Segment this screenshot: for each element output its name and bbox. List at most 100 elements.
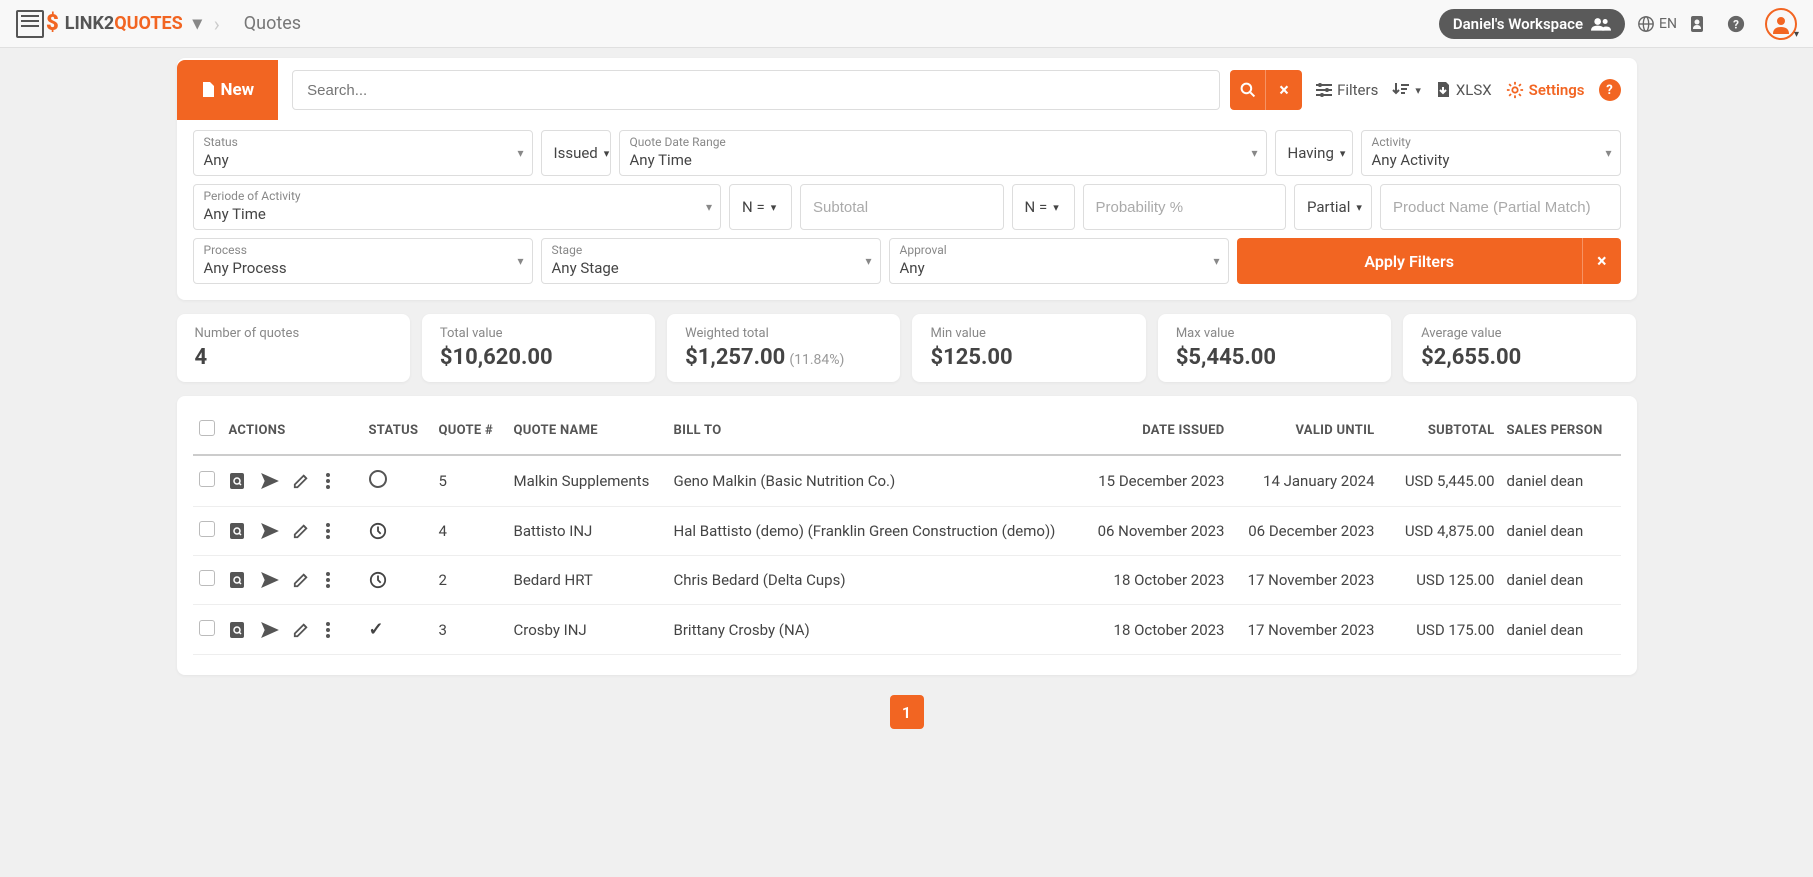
edit-action[interactable] — [293, 523, 311, 539]
col-subtotal[interactable]: SUBTOTAL — [1381, 406, 1501, 455]
caret-down-icon: ▾ — [193, 13, 202, 34]
issued-filter[interactable]: Issued ▾ — [541, 130, 611, 176]
col-valid-until[interactable]: VALID UNTIL — [1231, 406, 1381, 455]
status-filter[interactable]: Status Any ▾ — [193, 130, 533, 176]
cell-date-issued: 18 October 2023 — [1081, 556, 1231, 605]
search-input[interactable] — [292, 70, 1220, 110]
settings-button[interactable]: Settings — [1506, 81, 1585, 99]
process-filter[interactable]: Process Any Process ▾ — [193, 238, 533, 284]
page-1[interactable]: 1 — [890, 695, 924, 729]
reset-filters-button[interactable]: × — [1582, 238, 1621, 284]
product-input[interactable] — [1381, 189, 1619, 226]
cell-quote-name: Crosby INJ — [508, 605, 668, 655]
edit-action[interactable] — [293, 572, 311, 588]
more-actions[interactable] — [325, 522, 343, 540]
send-action[interactable] — [261, 523, 279, 539]
send-action[interactable] — [261, 622, 279, 638]
stat-weighted: Weighted total $1,257.00(11.84%) — [667, 314, 900, 382]
stat-total: Total value $10,620.00 — [422, 314, 655, 382]
stat-min: Min value $125.00 — [912, 314, 1145, 382]
quotes-table-panel: ACTIONS STATUS QUOTE # QUOTE NAME BILL T… — [177, 396, 1637, 675]
stage-filter[interactable]: Stage Any Stage ▾ — [541, 238, 881, 284]
probability-filter[interactable] — [1083, 184, 1287, 230]
caret-down-icon: ▾ — [1415, 84, 1421, 97]
date-range-value: Any Time — [630, 149, 1256, 171]
search-button[interactable] — [1230, 70, 1266, 110]
col-sales-person[interactable]: SALES PERSON — [1501, 406, 1621, 455]
language-selector[interactable]: EN — [1637, 15, 1677, 33]
cell-valid-until: 06 December 2023 — [1231, 507, 1381, 556]
preview-action[interactable] — [229, 472, 247, 490]
more-actions[interactable] — [325, 472, 343, 490]
cell-quote-num: 5 — [433, 455, 508, 507]
table-row[interactable]: 2Bedard HRTChris Bedard (Delta Cups)18 O… — [193, 556, 1621, 605]
probability-operator[interactable]: N = ▾ — [1012, 184, 1075, 230]
col-quote-name[interactable]: QUOTE NAME — [508, 406, 668, 455]
help-button[interactable]: ? — [1599, 79, 1621, 101]
cell-sales-person: daniel dean — [1501, 556, 1621, 605]
send-action[interactable] — [261, 473, 279, 489]
export-xlsx-button[interactable]: XLSX — [1435, 81, 1492, 99]
subtotal-filter[interactable] — [800, 184, 1004, 230]
edit-action[interactable] — [293, 473, 311, 489]
cell-subtotal: USD 125.00 — [1381, 556, 1501, 605]
table-row[interactable]: 4Battisto INJHal Battisto (demo) (Frankl… — [193, 507, 1621, 556]
caret-down-icon: ▾ — [1356, 201, 1362, 214]
caret-down-icon: ▾ — [1794, 29, 1799, 40]
preview-action[interactable] — [229, 522, 247, 540]
col-quote-num[interactable]: QUOTE # — [433, 406, 508, 455]
col-date-issued[interactable]: DATE ISSUED — [1081, 406, 1231, 455]
new-button[interactable]: New — [177, 60, 279, 120]
filters-toggle[interactable]: Filters — [1316, 81, 1378, 99]
filters-label: Filters — [1337, 81, 1378, 99]
probability-input[interactable] — [1084, 189, 1286, 226]
col-bill-to[interactable]: BILL TO — [668, 406, 1081, 455]
sort-menu[interactable]: ▾ — [1392, 83, 1421, 97]
stat-weighted-pct: (11.84%) — [789, 352, 844, 368]
help-icon[interactable]: ? — [1727, 15, 1753, 33]
caret-down-icon: ▾ — [771, 201, 777, 214]
close-icon: × — [1597, 251, 1607, 272]
having-filter[interactable]: Having ▾ — [1275, 130, 1353, 176]
apply-filters-label: Apply Filters — [1237, 252, 1582, 271]
cell-sales-person: daniel dean — [1501, 507, 1621, 556]
edit-action[interactable] — [293, 622, 311, 638]
app-switcher[interactable]: $ LINK2QUOTES ▾ — [16, 10, 202, 38]
pagination: 1 — [177, 695, 1637, 729]
partial-match-mode[interactable]: Partial ▾ — [1294, 184, 1372, 230]
apply-filters-button[interactable]: Apply Filters × — [1237, 238, 1621, 284]
period-label: Periode of Activity — [204, 189, 711, 203]
table-row[interactable]: 5Malkin SupplementsGeno Malkin (Basic Nu… — [193, 455, 1621, 507]
preview-action[interactable] — [229, 571, 247, 589]
breadcrumb[interactable]: Quotes — [244, 13, 301, 34]
user-menu[interactable]: ▾ — [1765, 8, 1797, 40]
period-filter[interactable]: Periode of Activity Any Time ▾ — [193, 184, 722, 230]
approval-filter[interactable]: Approval Any ▾ — [889, 238, 1229, 284]
chevron-right-icon: › — [214, 0, 232, 48]
row-checkbox[interactable] — [199, 620, 215, 636]
product-filter[interactable] — [1380, 184, 1620, 230]
contacts-icon[interactable] — [1689, 15, 1715, 33]
stat-weighted-amount: $1,257.00 — [685, 345, 785, 370]
cell-date-issued: 18 October 2023 — [1081, 605, 1231, 655]
subtotal-input[interactable] — [801, 189, 1003, 226]
workspace-switcher[interactable]: Daniel's Workspace — [1439, 9, 1625, 39]
more-actions[interactable] — [325, 621, 343, 639]
activity-filter[interactable]: Activity Any Activity ▾ — [1361, 130, 1621, 176]
cell-status — [363, 556, 433, 605]
table-row[interactable]: ✓3Crosby INJBrittany Crosby (NA)18 Octob… — [193, 605, 1621, 655]
stat-weighted-label: Weighted total — [685, 326, 882, 341]
date-range-filter[interactable]: Quote Date Range Any Time ▾ — [619, 130, 1267, 176]
row-checkbox[interactable] — [199, 570, 215, 586]
col-status[interactable]: STATUS — [363, 406, 433, 455]
file-icon — [201, 82, 215, 98]
more-actions[interactable] — [325, 571, 343, 589]
row-checkbox[interactable] — [199, 521, 215, 537]
send-action[interactable] — [261, 572, 279, 588]
subtotal-operator[interactable]: N = ▾ — [729, 184, 792, 230]
clear-search-button[interactable]: × — [1266, 70, 1302, 110]
preview-action[interactable] — [229, 621, 247, 639]
select-all-checkbox[interactable] — [199, 420, 215, 436]
quotes-table: ACTIONS STATUS QUOTE # QUOTE NAME BILL T… — [193, 406, 1621, 655]
row-checkbox[interactable] — [199, 471, 215, 487]
